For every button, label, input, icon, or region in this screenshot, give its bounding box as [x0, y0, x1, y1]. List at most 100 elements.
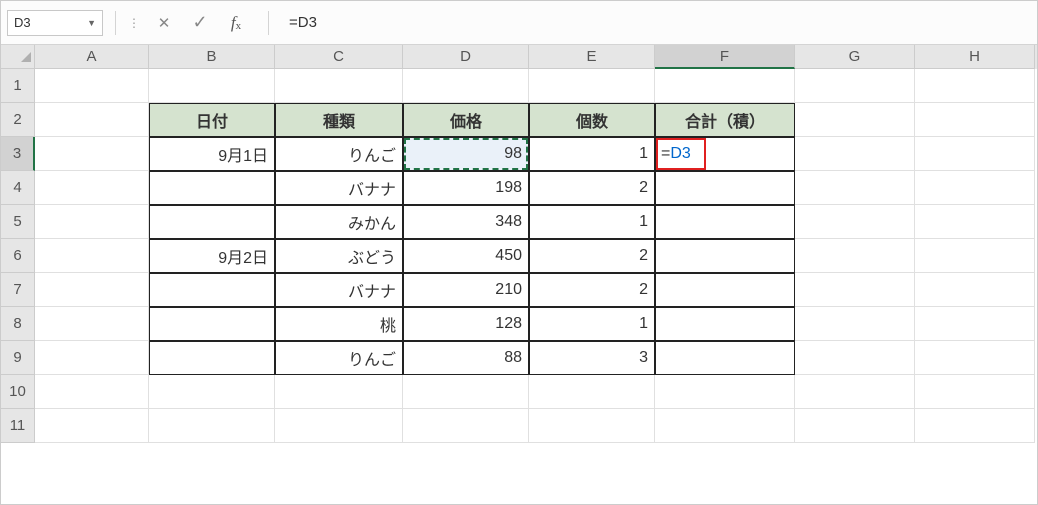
cell-D11[interactable]	[403, 409, 529, 443]
cell-A11[interactable]	[35, 409, 149, 443]
cell-A9[interactable]	[35, 341, 149, 375]
column-header-d[interactable]: D	[403, 45, 529, 69]
cell-H2[interactable]	[915, 103, 1035, 137]
formula-input[interactable]: =D3	[281, 10, 1031, 36]
row-header-3[interactable]: 3	[1, 137, 35, 171]
cell-A1[interactable]	[35, 69, 149, 103]
row-header-4[interactable]: 4	[1, 171, 35, 205]
cell-D4[interactable]: 198	[403, 171, 529, 205]
cell-C3[interactable]: りんご	[275, 137, 403, 171]
cell-A5[interactable]	[35, 205, 149, 239]
column-header-e[interactable]: E	[529, 45, 655, 69]
cell-H4[interactable]	[915, 171, 1035, 205]
cell-G8[interactable]	[795, 307, 915, 341]
cell-C11[interactable]	[275, 409, 403, 443]
cell-E5[interactable]: 1	[529, 205, 655, 239]
cell-G5[interactable]	[795, 205, 915, 239]
cell-E9[interactable]: 3	[529, 341, 655, 375]
cell-D1[interactable]	[403, 69, 529, 103]
cell-H9[interactable]	[915, 341, 1035, 375]
row-header-6[interactable]: 6	[1, 239, 35, 273]
column-header-h[interactable]: H	[915, 45, 1035, 69]
cell-B4[interactable]	[149, 171, 275, 205]
cell-A6[interactable]	[35, 239, 149, 273]
name-box[interactable]: D3 ▼	[7, 10, 103, 36]
cell-G3[interactable]	[795, 137, 915, 171]
row-header-7[interactable]: 7	[1, 273, 35, 307]
column-header-b[interactable]: B	[149, 45, 275, 69]
row-header-8[interactable]: 8	[1, 307, 35, 341]
cell-G11[interactable]	[795, 409, 915, 443]
cancel-icon[interactable]: ✕	[154, 14, 174, 32]
cell-H7[interactable]	[915, 273, 1035, 307]
cell-B7[interactable]	[149, 273, 275, 307]
row-header-9[interactable]: 9	[1, 341, 35, 375]
cell-A4[interactable]	[35, 171, 149, 205]
cell-H6[interactable]	[915, 239, 1035, 273]
cell-E11[interactable]	[529, 409, 655, 443]
cell-B8[interactable]	[149, 307, 275, 341]
fx-icon[interactable]: fx	[226, 13, 246, 33]
cell-B10[interactable]	[149, 375, 275, 409]
column-header-a[interactable]: A	[35, 45, 149, 69]
cell-E8[interactable]: 1	[529, 307, 655, 341]
cell-H3[interactable]	[915, 137, 1035, 171]
column-header-c[interactable]: C	[275, 45, 403, 69]
cell-B9[interactable]	[149, 341, 275, 375]
cell-D7[interactable]: 210	[403, 273, 529, 307]
cell-D5[interactable]: 348	[403, 205, 529, 239]
cell-F3[interactable]: =D3	[655, 137, 795, 171]
cell-A2[interactable]	[35, 103, 149, 137]
cell-D2[interactable]: 価格	[403, 103, 529, 137]
cell-D9[interactable]: 88	[403, 341, 529, 375]
cell-F7[interactable]	[655, 273, 795, 307]
cell-E7[interactable]: 2	[529, 273, 655, 307]
cell-A3[interactable]	[35, 137, 149, 171]
cell-D8[interactable]: 128	[403, 307, 529, 341]
cell-F8[interactable]	[655, 307, 795, 341]
cell-D6[interactable]: 450	[403, 239, 529, 273]
cell-H5[interactable]	[915, 205, 1035, 239]
cell-B5[interactable]	[149, 205, 275, 239]
cell-C8[interactable]: 桃	[275, 307, 403, 341]
cell-C2[interactable]: 種類	[275, 103, 403, 137]
cell-H10[interactable]	[915, 375, 1035, 409]
row-header-1[interactable]: 1	[1, 69, 35, 103]
cell-F10[interactable]	[655, 375, 795, 409]
cell-F11[interactable]	[655, 409, 795, 443]
cell-G6[interactable]	[795, 239, 915, 273]
enter-icon[interactable]: ✓	[190, 12, 210, 33]
cell-G1[interactable]	[795, 69, 915, 103]
cell-G2[interactable]	[795, 103, 915, 137]
cell-editor[interactable]: =D3	[657, 139, 793, 169]
cell-E4[interactable]: 2	[529, 171, 655, 205]
row-header-10[interactable]: 10	[1, 375, 35, 409]
cell-C6[interactable]: ぶどう	[275, 239, 403, 273]
cell-E6[interactable]: 2	[529, 239, 655, 273]
cell-G4[interactable]	[795, 171, 915, 205]
cell-H11[interactable]	[915, 409, 1035, 443]
cell-C10[interactable]	[275, 375, 403, 409]
cell-B2[interactable]: 日付	[149, 103, 275, 137]
cell-H1[interactable]	[915, 69, 1035, 103]
cell-B11[interactable]	[149, 409, 275, 443]
cell-C4[interactable]: バナナ	[275, 171, 403, 205]
cell-C1[interactable]	[275, 69, 403, 103]
cell-A10[interactable]	[35, 375, 149, 409]
cell-A8[interactable]	[35, 307, 149, 341]
cell-G10[interactable]	[795, 375, 915, 409]
cell-C5[interactable]: みかん	[275, 205, 403, 239]
cell-E3[interactable]: 1	[529, 137, 655, 171]
cell-B1[interactable]	[149, 69, 275, 103]
column-header-g[interactable]: G	[795, 45, 915, 69]
row-header-11[interactable]: 11	[1, 409, 35, 443]
row-header-5[interactable]: 5	[1, 205, 35, 239]
cell-D10[interactable]	[403, 375, 529, 409]
cell-F2[interactable]: 合計（積）	[655, 103, 795, 137]
cell-E10[interactable]	[529, 375, 655, 409]
cell-F1[interactable]	[655, 69, 795, 103]
cell-F5[interactable]	[655, 205, 795, 239]
cell-E2[interactable]: 個数	[529, 103, 655, 137]
cell-F6[interactable]	[655, 239, 795, 273]
cell-E1[interactable]	[529, 69, 655, 103]
